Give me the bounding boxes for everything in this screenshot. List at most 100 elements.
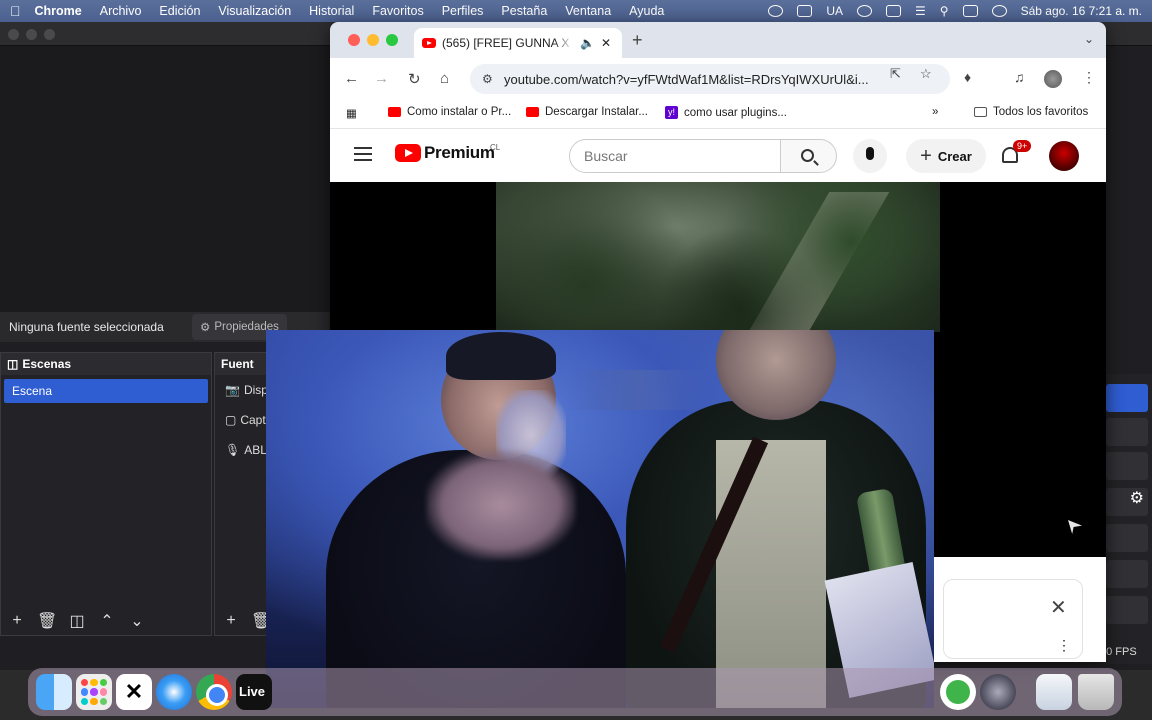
control-button[interactable] bbox=[1106, 596, 1148, 624]
diamond-icon[interactable] bbox=[797, 5, 813, 17]
creative-cloud-icon[interactable] bbox=[768, 5, 784, 17]
chrome-icon[interactable] bbox=[196, 674, 232, 710]
apps-grid-icon[interactable]: ▦ bbox=[346, 106, 357, 120]
webcam-overlay bbox=[266, 330, 934, 708]
source-item[interactable]: 📷 Disp bbox=[215, 375, 273, 405]
extensions-icon[interactable]: ♦ bbox=[964, 69, 971, 85]
trash-icon[interactable]: 🗑 bbox=[37, 611, 57, 631]
microphone-icon: 🎙 bbox=[225, 443, 241, 457]
new-tab-button[interactable]: + bbox=[632, 30, 643, 51]
control-center-icon[interactable] bbox=[962, 5, 978, 17]
zoom-button[interactable] bbox=[386, 34, 398, 46]
youtube-premium-logo[interactable]: Premium bbox=[395, 143, 495, 163]
zoom-button[interactable] bbox=[44, 29, 55, 40]
minimize-button[interactable] bbox=[26, 29, 37, 40]
bookmark-item[interactable]: Como instalar o Pr... bbox=[388, 106, 511, 118]
address-bar[interactable]: ⚙ youtube.com/watch?v=yfFWtdWaf1M&list=R… bbox=[470, 64, 950, 94]
minimize-button[interactable] bbox=[367, 34, 379, 46]
close-button[interactable] bbox=[348, 34, 360, 46]
control-button[interactable] bbox=[1106, 384, 1148, 412]
downloads-folder-icon[interactable] bbox=[1036, 674, 1072, 710]
media-controls-icon[interactable]: ♫ bbox=[1014, 69, 1025, 85]
home-icon[interactable]: ⌂ bbox=[440, 70, 449, 87]
search-input[interactable]: Buscar bbox=[569, 139, 781, 173]
folder-icon bbox=[974, 107, 987, 117]
desktop:  Chrome Archivo Edición Visualización H… bbox=[0, 0, 1152, 720]
forward-icon[interactable]: → bbox=[374, 70, 389, 87]
create-button[interactable]: + Crear bbox=[906, 139, 986, 173]
back-icon[interactable]: ← bbox=[344, 70, 359, 87]
scene-item[interactable]: Escena bbox=[4, 379, 208, 403]
menu-edicion[interactable]: Edición bbox=[159, 4, 200, 18]
close-button[interactable] bbox=[8, 29, 19, 40]
install-app-icon[interactable]: ⇱ bbox=[890, 66, 901, 82]
launchpad-icon[interactable] bbox=[76, 674, 112, 710]
capcut-icon[interactable]: ✕ bbox=[116, 674, 152, 710]
trash-icon[interactable] bbox=[1078, 674, 1114, 710]
close-icon[interactable]: ✕ bbox=[1050, 595, 1067, 620]
control-button[interactable] bbox=[1106, 418, 1148, 446]
reload-icon[interactable]: ↻ bbox=[408, 70, 421, 88]
site-info-icon[interactable]: ⚙ bbox=[482, 72, 493, 86]
person-left-cap bbox=[446, 332, 556, 380]
battery-icon[interactable] bbox=[886, 5, 902, 17]
apple-icon[interactable]:  bbox=[10, 3, 21, 19]
menu-ayuda[interactable]: Ayuda bbox=[629, 4, 664, 18]
scenes-title: Escenas bbox=[22, 357, 72, 371]
chevron-down-icon[interactable]: ⌄ bbox=[127, 611, 147, 631]
more-bookmarks-icon[interactable]: » bbox=[932, 106, 938, 118]
menu-historial[interactable]: Historial bbox=[309, 4, 354, 18]
menu-pestana[interactable]: Pestaña bbox=[501, 4, 547, 18]
all-bookmarks-label: Todos los favoritos bbox=[993, 106, 1089, 118]
search-button[interactable] bbox=[780, 139, 837, 173]
obs-preview[interactable] bbox=[0, 46, 340, 326]
bookmark-item[interactable]: Descargar Instalar... bbox=[526, 106, 648, 118]
control-button[interactable] bbox=[1106, 452, 1148, 480]
sources-header: Fuent bbox=[215, 353, 273, 375]
country-code: CL bbox=[490, 143, 501, 152]
close-tab-icon[interactable]: ✕ bbox=[601, 36, 611, 50]
create-label: Crear bbox=[937, 148, 972, 164]
menu-dots-icon[interactable]: ⋮ bbox=[1082, 69, 1096, 86]
source-item[interactable]: 🎙 ABLE bbox=[215, 435, 275, 465]
search-icon[interactable]: ⚲ bbox=[940, 4, 949, 18]
control-button[interactable] bbox=[1106, 560, 1148, 588]
siri-icon[interactable] bbox=[991, 5, 1007, 17]
hamburger-menu-icon[interactable] bbox=[354, 147, 372, 161]
ableton-live-icon[interactable]: Live bbox=[236, 674, 272, 710]
profile-avatar[interactable] bbox=[1044, 70, 1062, 88]
quicktime-icon[interactable] bbox=[980, 674, 1016, 710]
control-button[interactable] bbox=[1106, 524, 1148, 552]
audio-icon[interactable]: 🔈 bbox=[580, 36, 595, 50]
macos-menu-bar:  Chrome Archivo Edición Visualización H… bbox=[0, 0, 1152, 22]
safari-icon[interactable] bbox=[156, 674, 192, 710]
filter-icon[interactable]: ◫ bbox=[67, 611, 87, 631]
input-source-indicator[interactable]: UA bbox=[826, 4, 843, 18]
menu-app-name[interactable]: Chrome bbox=[35, 4, 82, 18]
settings-gear-icon[interactable]: ⚙ bbox=[1106, 488, 1148, 516]
add-scene-icon[interactable]: + bbox=[7, 612, 27, 630]
menu-archivo[interactable]: Archivo bbox=[100, 4, 142, 18]
play-icon[interactable] bbox=[857, 5, 873, 17]
all-bookmarks[interactable]: Todos los favoritos bbox=[974, 106, 1088, 118]
menu-visualizacion[interactable]: Visualización bbox=[218, 4, 291, 18]
chevron-up-icon[interactable]: ⌃ bbox=[97, 611, 117, 631]
bookmark-star-icon[interactable]: ☆ bbox=[920, 66, 932, 82]
finder-icon[interactable] bbox=[36, 674, 72, 710]
scenes-toolbar: + 🗑 ◫ ⌃ ⌄ bbox=[1, 607, 211, 635]
utorrent-icon[interactable] bbox=[940, 674, 976, 710]
bookmark-item[interactable]: y! como usar plugins... bbox=[665, 106, 787, 119]
voice-search-button[interactable] bbox=[853, 139, 887, 173]
menu-ventana[interactable]: Ventana bbox=[565, 4, 611, 18]
tab-youtube[interactable]: (565) [FREE] GUNNA X FU 🔈 ✕ bbox=[414, 28, 622, 58]
tab-search-icon[interactable]: ⌄ bbox=[1084, 32, 1094, 46]
more-options-icon[interactable]: ⋮ bbox=[1057, 637, 1071, 654]
menu-clock[interactable]: Sáb ago. 16 7:21 a. m. bbox=[1021, 4, 1142, 18]
account-avatar[interactable] bbox=[1049, 141, 1079, 171]
menu-favoritos[interactable]: Favoritos bbox=[372, 4, 423, 18]
scenes-dock: ◫ Escenas Escena + 🗑 ◫ ⌃ ⌄ bbox=[0, 352, 212, 636]
menu-perfiles[interactable]: Perfiles bbox=[442, 4, 484, 18]
add-source-icon[interactable]: + bbox=[221, 612, 241, 630]
source-item[interactable]: ▢ Captu bbox=[215, 405, 273, 435]
wifi-icon[interactable]: ☰ bbox=[915, 4, 926, 18]
